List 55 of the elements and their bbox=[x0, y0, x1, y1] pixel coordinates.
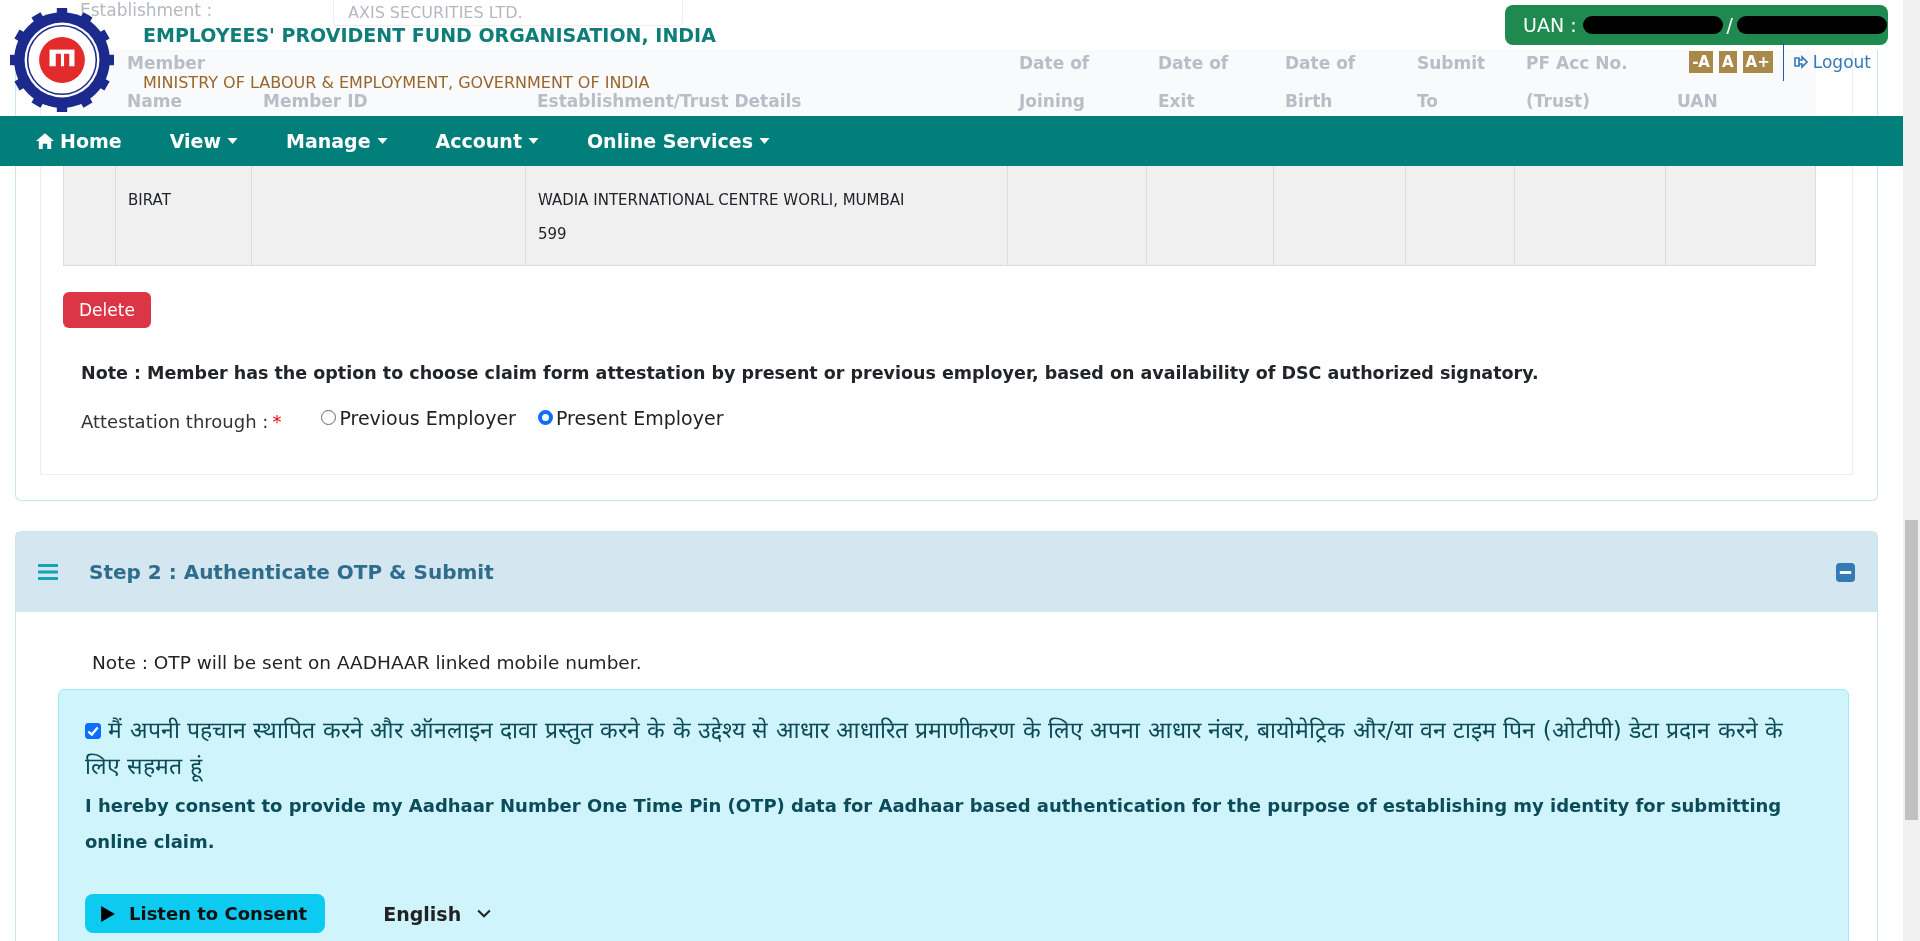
uan-label: UAN : bbox=[1523, 14, 1577, 36]
font-size-button[interactable]: A+ bbox=[1742, 51, 1773, 73]
nav-item[interactable]: Account bbox=[435, 130, 539, 152]
nav-item[interactable]: Online Services bbox=[586, 130, 770, 152]
field-label: Attestation through : bbox=[81, 411, 269, 432]
site-subtitle: MINISTRY OF LABOUR & EMPLOYMENT, GOVERNMENT OF INDIA bbox=[143, 73, 651, 92]
consent-text: I hereby consent to provide my Aadhaar Number One Time Pin (OTP) data for Aadhaar based authentication for the purpose of establishing my identity for submitting online claim. bbox=[85, 794, 1783, 854]
section-title: Step 2 : Authenticate OTP & Submit bbox=[89, 560, 494, 584]
column-header: To bbox=[1417, 92, 1439, 110]
column-header: Submit bbox=[1417, 54, 1486, 72]
field-label: Establishment : bbox=[80, 0, 214, 20]
play-icon bbox=[101, 905, 115, 922]
column-header: UAN bbox=[1677, 92, 1718, 110]
column-header: Member bbox=[127, 54, 206, 72]
column-header: PF Acc No. bbox=[1526, 54, 1628, 72]
font-size-button[interactable]: -A bbox=[1689, 51, 1713, 73]
uan-separator: / bbox=[1726, 14, 1733, 36]
caret-icon bbox=[527, 138, 539, 144]
column-header: Name bbox=[127, 92, 182, 110]
delete-button[interactable]: Delete bbox=[63, 292, 151, 328]
language-select[interactable]: English bbox=[383, 902, 492, 925]
scrollbar[interactable] bbox=[1903, 0, 1920, 941]
table-cell-text: WADIA INTERNATIONAL CENTRE WORLI, MUMBAI 599 bbox=[538, 190, 906, 245]
logout-link[interactable]: Logout bbox=[1793, 52, 1871, 72]
listen-button[interactable]: Listen to Consent bbox=[85, 894, 326, 933]
collapse-icon[interactable] bbox=[1836, 562, 1855, 582]
column-header: Joining bbox=[1019, 92, 1086, 110]
chevron-icon bbox=[477, 908, 492, 919]
logout-icon bbox=[1793, 55, 1808, 69]
menu-icon[interactable] bbox=[38, 564, 58, 580]
column-header: Date of bbox=[1019, 54, 1090, 72]
nav-item[interactable]: Home bbox=[36, 130, 122, 152]
consent-text: मैं अपनी पहचान स्थापित करने और ऑनलाइन दावा प्रस्तुत करने के के उद्देश्य से आधार आधारित प्रमाणीकरण के लिए अपना आधार नंबर, बायोमेट्रिक और/या वन टाइम पिन (ओटीपी) डेटा प्रदान करने के लिए सहमत हूं bbox=[85, 712, 1822, 784]
caret-icon bbox=[759, 138, 770, 144]
column-header: Member ID bbox=[263, 92, 368, 110]
column-header: Establishment/Trust Details bbox=[537, 92, 802, 110]
radio-button[interactable] bbox=[537, 410, 553, 425]
column-header: Date of bbox=[1285, 54, 1356, 72]
home-icon bbox=[36, 133, 54, 149]
nav-item[interactable]: View bbox=[169, 130, 238, 152]
site-title: EMPLOYEES' PROVIDENT FUND ORGANISATION, INDIA bbox=[143, 24, 716, 46]
nav-item[interactable]: Manage bbox=[285, 130, 388, 152]
column-header: Exit bbox=[1158, 92, 1195, 110]
table-cell: BIRAT bbox=[128, 191, 171, 209]
radio-option[interactable]: Previous Employer bbox=[321, 406, 516, 429]
required-mark: * bbox=[272, 411, 282, 432]
note-text: Note : Member has the option to choose claim form attestation by present or previous employer, based on availability of DSC authorized signatory. bbox=[81, 363, 1540, 383]
caret-icon bbox=[226, 138, 238, 144]
column-header: Birth bbox=[1285, 92, 1333, 110]
consent-checkbox[interactable] bbox=[85, 723, 101, 739]
column-header: Date of bbox=[1158, 54, 1229, 72]
column-header: (Trust) bbox=[1526, 92, 1590, 110]
caret-icon bbox=[376, 138, 388, 144]
note-text: Note : OTP will be sent on AADHAAR linked mobile number. bbox=[92, 652, 643, 673]
radio-option[interactable]: Present Employer bbox=[537, 406, 724, 429]
